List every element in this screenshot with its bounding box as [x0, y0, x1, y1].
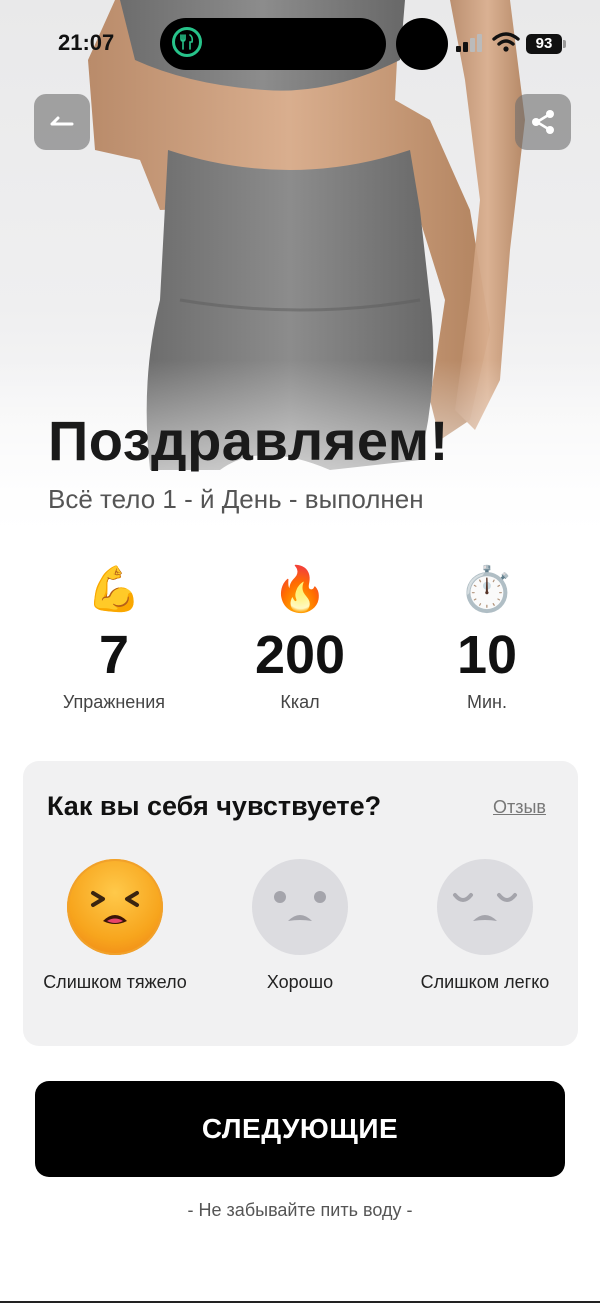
- share-button[interactable]: [515, 94, 571, 150]
- review-link[interactable]: Отзыв: [493, 797, 546, 818]
- status-bar: 21:07 93: [0, 0, 600, 90]
- wifi-icon: [492, 32, 520, 52]
- stat-label: Мин.: [467, 692, 507, 712]
- fire-icon: 🔥: [272, 565, 328, 614]
- stat-label: Ккал: [280, 692, 320, 712]
- stat-value: 10: [456, 625, 518, 685]
- struggling-face-icon: [67, 859, 163, 955]
- flexed-biceps-icon: 💪: [86, 565, 142, 614]
- share-icon: [532, 110, 554, 134]
- stat-label: Упражнения: [62, 692, 166, 712]
- workout-subtitle: Всё тело 1 - й День - выполнен: [48, 484, 424, 514]
- neutral-face-icon: [252, 859, 348, 955]
- stat-calories: 🔥 200 Ккал: [200, 564, 400, 713]
- feedback-question: Как вы себя чувствуете?: [47, 791, 382, 821]
- status-time: 21:07: [58, 30, 115, 55]
- mood-label: Слишком легко: [420, 972, 550, 992]
- back-arrow-icon: [50, 116, 74, 126]
- page-title: Поздравляем!: [48, 409, 449, 472]
- mood-label: Слишком тяжело: [43, 972, 187, 992]
- stat-exercises: 💪 7 Упражнения: [14, 564, 214, 713]
- mood-option-too-hard[interactable]: Слишком тяжело: [30, 859, 200, 996]
- stat-minutes: ⏱️ 10 Мин.: [387, 564, 587, 713]
- dynamic-island[interactable]: [160, 18, 386, 70]
- cellular-signal-icon: [456, 34, 486, 52]
- stat-value: 200: [254, 625, 346, 685]
- stat-value: 7: [98, 625, 130, 685]
- fork-knife-icon: [172, 27, 202, 57]
- water-reminder: - Не забывайте пить воду -: [187, 1200, 413, 1220]
- mood-option-good[interactable]: Хорошо: [215, 859, 385, 996]
- mood-label: Хорошо: [266, 972, 334, 992]
- next-button[interactable]: СЛЕДУЮЩИЕ: [35, 1081, 565, 1177]
- front-camera: [396, 18, 448, 70]
- relieved-face-icon: [437, 859, 533, 955]
- back-button[interactable]: [34, 94, 90, 150]
- mood-option-too-easy[interactable]: Слишком легко: [400, 859, 570, 996]
- feedback-card: Как вы себя чувствуете? Отзыв Слишком тя…: [23, 761, 578, 1046]
- battery-indicator: 93: [526, 34, 566, 54]
- stopwatch-icon: ⏱️: [459, 565, 515, 614]
